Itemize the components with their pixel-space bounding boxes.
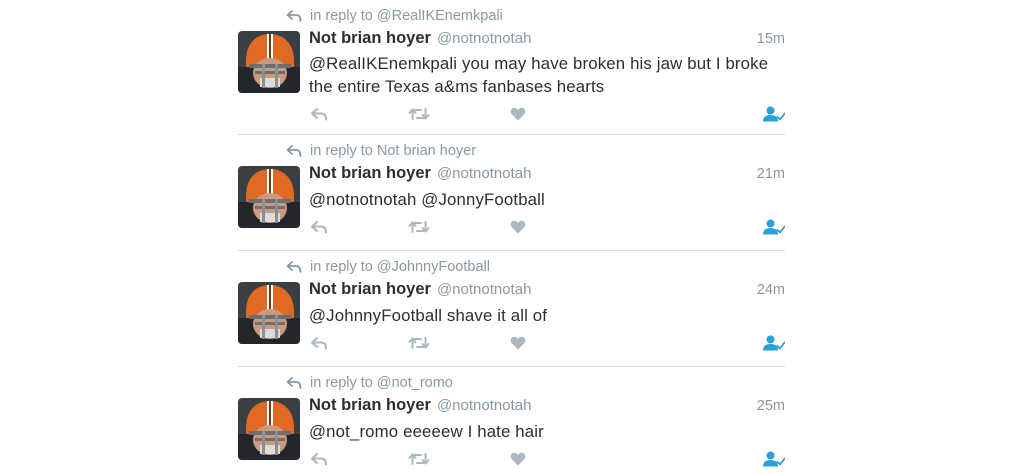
like-button[interactable] [509,217,527,237]
reply-icon [311,221,327,234]
tweet-text: @JohnnyFootball shave it all of [309,304,785,327]
avatar[interactable] [238,398,300,460]
display-name[interactable]: Not brian hoyer [309,396,431,415]
like-button[interactable] [509,333,527,353]
tweet-text-line: the entire Texas a&ms fanbases hearts [309,77,605,96]
tweet-actions [309,449,785,469]
avatar[interactable] [238,282,300,344]
reply-icon [311,453,327,466]
tweet-text: @RealIKEnemkpali you may have broken his… [309,52,785,98]
reply-arrow-icon [286,145,302,157]
reply-context-text: in reply to @JohnnyFootball [310,259,490,275]
following-person-icon [763,451,785,467]
tweet[interactable]: in reply to @not_romo Not brian hoyer @n… [238,366,785,474]
heart-icon [510,107,526,121]
reply-context[interactable]: in reply to @RealIKEnemkpali [286,7,503,25]
tweet-text-line: @RealIKEnemkpali you may have broken his… [309,54,769,73]
retweet-icon [408,453,430,465]
tweet-text-line: @JohnnyFootball shave it all of [309,306,548,325]
reply-context-text: in reply to @not_romo [310,375,453,391]
heart-icon [510,336,526,350]
reply-arrow-icon [286,10,302,22]
reply-button[interactable] [309,449,329,469]
reply-button[interactable] [309,333,329,353]
handle[interactable]: @notnotnotah [437,30,531,47]
heart-icon [510,220,526,234]
following-person-icon [763,106,785,122]
timestamp[interactable]: 25m [757,398,785,414]
display-name[interactable]: Not brian hoyer [309,280,431,299]
following-person-icon [763,335,785,351]
tweet-text-line: @not_romo eeeeew I hate hair [309,422,544,441]
following-person-icon [763,219,785,235]
tweet-text-line: @notnotnotah @JonnyFootball [309,190,545,209]
reply-arrow-icon [286,261,302,273]
following-button[interactable] [763,449,785,469]
reply-arrow-icon [286,377,302,389]
retweet-icon [408,108,430,120]
tweet[interactable]: in reply to @JohnnyFootball Not brian ho… [238,250,785,366]
reply-button[interactable] [309,217,329,237]
tweet-header: Not brian hoyer @notnotnotah 15m [309,29,785,51]
retweet-button[interactable] [407,104,431,124]
tweet-header: Not brian hoyer @notnotnotah 24m [309,280,785,302]
tweet-header: Not brian hoyer @notnotnotah 25m [309,396,785,418]
avatar-image [238,398,300,460]
tweet-header: Not brian hoyer @notnotnotah 21m [309,164,785,186]
timestamp[interactable]: 15m [757,31,785,47]
like-button[interactable] [509,449,527,469]
timestamp[interactable]: 21m [757,166,785,182]
retweet-button[interactable] [407,449,431,469]
display-name[interactable]: Not brian hoyer [309,29,431,48]
tweet-actions [309,217,785,237]
reply-context-text: in reply to @RealIKEnemkpali [310,8,503,24]
reply-context-text: in reply to Not brian hoyer [310,143,477,159]
reply-context[interactable]: in reply to @not_romo [286,374,453,392]
reply-button[interactable] [309,104,329,124]
tweet[interactable]: in reply to @RealIKEnemkpali Not brian h… [238,0,785,134]
tweet-actions [309,104,785,124]
following-button[interactable] [763,217,785,237]
tweet-actions [309,333,785,353]
handle[interactable]: @notnotnotah [437,281,531,298]
timestamp[interactable]: 24m [757,282,785,298]
like-button[interactable] [509,104,527,124]
avatar-image [238,282,300,344]
retweet-icon [408,221,430,233]
reply-context[interactable]: in reply to Not brian hoyer [286,142,476,160]
tweet-text: @notnotnotah @JonnyFootball [309,188,785,211]
timeline: in reply to @RealIKEnemkpali Not brian h… [238,0,785,474]
reply-icon [311,108,327,121]
tweet[interactable]: in reply to Not brian hoyer Not brian ho… [238,134,785,250]
following-button[interactable] [763,104,785,124]
display-name[interactable]: Not brian hoyer [309,164,431,183]
handle[interactable]: @notnotnotah [437,397,531,414]
retweet-button[interactable] [407,333,431,353]
heart-icon [510,452,526,466]
following-button[interactable] [763,333,785,353]
retweet-button[interactable] [407,217,431,237]
avatar[interactable] [238,166,300,228]
avatar-image [238,31,300,93]
tweet-text: @not_romo eeeeew I hate hair [309,420,785,443]
avatar-image [238,166,300,228]
reply-context[interactable]: in reply to @JohnnyFootball [286,258,490,276]
retweet-icon [408,337,430,349]
avatar[interactable] [238,31,300,93]
handle[interactable]: @notnotnotah [437,165,531,182]
reply-icon [311,337,327,350]
